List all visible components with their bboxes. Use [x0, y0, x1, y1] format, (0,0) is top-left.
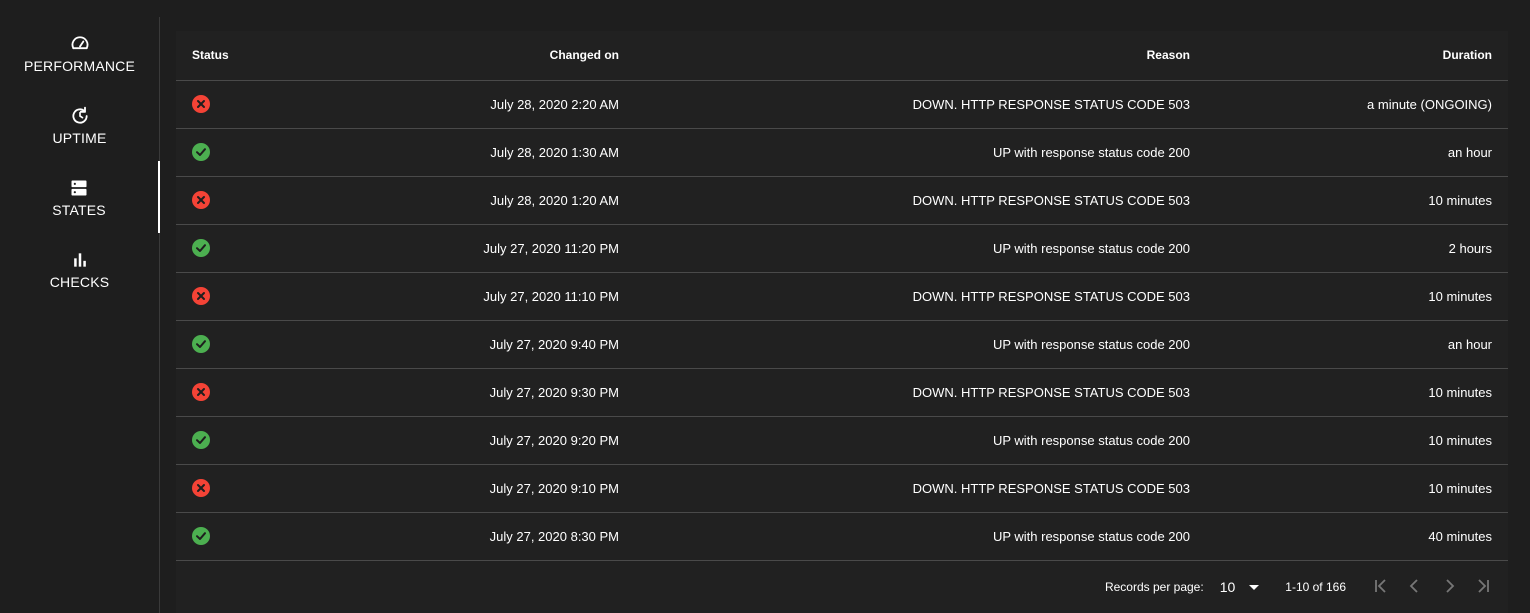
reason-cell: UP with response status code 200: [635, 416, 1206, 465]
check-circle-icon: [192, 335, 210, 353]
sidebar-item-label: PERFORMANCE: [23, 57, 136, 74]
table-row[interactable]: July 27, 2020 8:30 PM UP with response st…: [176, 512, 1508, 561]
records-per-page-label: Records per page:: [1104, 580, 1204, 594]
error-circle-icon: [192, 383, 210, 401]
duration-cell: an hour: [1206, 320, 1508, 369]
chevron-right-icon: [1441, 578, 1457, 597]
status-cell: [176, 416, 296, 465]
sidebar-item-label: UPTIME: [52, 129, 107, 146]
table-row[interactable]: July 27, 2020 9:20 PM UP with response st…: [176, 416, 1508, 465]
changed-on-cell: July 27, 2020 9:10 PM: [296, 464, 635, 513]
reason-cell: UP with response status code 200: [635, 128, 1206, 177]
sidebar-item-performance[interactable]: PERFORMANCE: [0, 17, 159, 89]
duration-cell: 10 minutes: [1206, 416, 1508, 465]
table-row[interactable]: July 28, 2020 1:30 AM UP with response st…: [176, 128, 1508, 177]
changed-on-cell: July 28, 2020 1:30 AM: [296, 128, 635, 177]
speedometer-icon: [69, 33, 91, 55]
reason-cell: UP with response status code 200: [635, 320, 1206, 369]
column-header-reason[interactable]: Reason: [635, 31, 1206, 81]
table-row[interactable]: July 27, 2020 11:20 PM UP with response s…: [176, 224, 1508, 273]
table-row[interactable]: July 27, 2020 9:40 PM UP with response st…: [176, 320, 1508, 369]
status-cell: [176, 176, 296, 225]
next-page-button[interactable]: [1432, 570, 1466, 604]
changed-on-cell: July 28, 2020 2:20 AM: [296, 80, 635, 129]
previous-page-button[interactable]: [1398, 570, 1432, 604]
reason-cell: DOWN. HTTP RESPONSE STATUS CODE 503: [635, 464, 1206, 513]
sidebar-item-label: STATES: [52, 201, 106, 218]
duration-cell: an hour: [1206, 128, 1508, 177]
reason-cell: UP with response status code 200: [635, 512, 1206, 561]
changed-on-cell: July 27, 2020 9:30 PM: [296, 368, 635, 417]
records-per-page-select[interactable]: 10: [1220, 579, 1260, 595]
duration-cell: 10 minutes: [1206, 272, 1508, 321]
duration-cell: a minute (ONGOING): [1206, 80, 1508, 129]
check-circle-icon: [192, 143, 210, 161]
check-circle-icon: [192, 239, 210, 257]
table-row[interactable]: July 27, 2020 11:10 PM DOWN. HTTP RESPONS…: [176, 272, 1508, 321]
pagination-range: 1-10 of 166: [1285, 580, 1346, 594]
caret-down-icon: [1249, 580, 1260, 594]
sidebar-item-checks[interactable]: CHECKS: [0, 233, 159, 305]
status-cell: [176, 128, 296, 177]
duration-cell: 2 hours: [1206, 224, 1508, 273]
check-circle-icon: [192, 527, 210, 545]
reason-cell: DOWN. HTTP RESPONSE STATUS CODE 503: [635, 176, 1206, 225]
chevron-left-icon: [1407, 578, 1423, 597]
server-icon: [68, 177, 90, 199]
sidebar-item-states[interactable]: STATES: [0, 161, 160, 233]
status-cell: [176, 464, 296, 513]
reason-cell: UP with response status code 200: [635, 224, 1206, 273]
error-circle-icon: [192, 191, 210, 209]
sidebar-item-label: CHECKS: [49, 273, 110, 290]
changed-on-cell: July 27, 2020 9:20 PM: [296, 416, 635, 465]
status-cell: [176, 512, 296, 561]
reason-cell: DOWN. HTTP RESPONSE STATUS CODE 503: [635, 368, 1206, 417]
column-header-changed-on[interactable]: Changed on: [296, 31, 635, 81]
status-cell: [176, 272, 296, 321]
bar-chart-icon: [69, 249, 91, 271]
status-cell: [176, 224, 296, 273]
sidebar-item-uptime[interactable]: UPTIME: [0, 89, 159, 161]
reason-cell: DOWN. HTTP RESPONSE STATUS CODE 503: [635, 80, 1206, 129]
reason-cell: DOWN. HTTP RESPONSE STATUS CODE 503: [635, 272, 1206, 321]
check-circle-icon: [192, 431, 210, 449]
table-pagination: Records per page: 10 1-10 of 166: [176, 562, 1508, 612]
clock-refresh-icon: [69, 105, 91, 127]
error-circle-icon: [192, 479, 210, 497]
states-table-panel: Status Changed on Reason Duration July 2…: [176, 31, 1508, 613]
first-page-button[interactable]: [1364, 570, 1398, 604]
status-cell: [176, 368, 296, 417]
changed-on-cell: July 28, 2020 1:20 AM: [296, 176, 635, 225]
column-header-status[interactable]: Status: [176, 31, 296, 81]
duration-cell: 10 minutes: [1206, 368, 1508, 417]
states-table: Status Changed on Reason Duration July 2…: [176, 31, 1508, 561]
changed-on-cell: July 27, 2020 11:20 PM: [296, 224, 635, 273]
error-circle-icon: [192, 287, 210, 305]
changed-on-cell: July 27, 2020 11:10 PM: [296, 272, 635, 321]
sidebar-nav: PERFORMANCE UPTIME STATES CHECKS: [0, 17, 160, 613]
table-row[interactable]: July 28, 2020 1:20 AM DOWN. HTTP RESPONSE…: [176, 176, 1508, 225]
records-per-page-value: 10: [1219, 579, 1236, 595]
table-row[interactable]: July 27, 2020 9:10 PM DOWN. HTTP RESPONSE…: [176, 464, 1508, 513]
duration-cell: 10 minutes: [1206, 176, 1508, 225]
table-row[interactable]: July 27, 2020 9:30 PM DOWN. HTTP RESPONSE…: [176, 368, 1508, 417]
changed-on-cell: July 27, 2020 9:40 PM: [296, 320, 635, 369]
column-header-duration[interactable]: Duration: [1206, 31, 1508, 81]
changed-on-cell: July 27, 2020 8:30 PM: [296, 512, 635, 561]
first-page-icon: [1373, 578, 1389, 597]
last-page-icon: [1475, 578, 1491, 597]
status-cell: [176, 80, 296, 129]
table-row[interactable]: July 28, 2020 2:20 AM DOWN. HTTP RESPONSE…: [176, 80, 1508, 129]
status-cell: [176, 320, 296, 369]
duration-cell: 10 minutes: [1206, 464, 1508, 513]
duration-cell: 40 minutes: [1206, 512, 1508, 561]
error-circle-icon: [192, 95, 210, 113]
table-header-row: Status Changed on Reason Duration: [176, 31, 1508, 81]
last-page-button[interactable]: [1466, 570, 1500, 604]
